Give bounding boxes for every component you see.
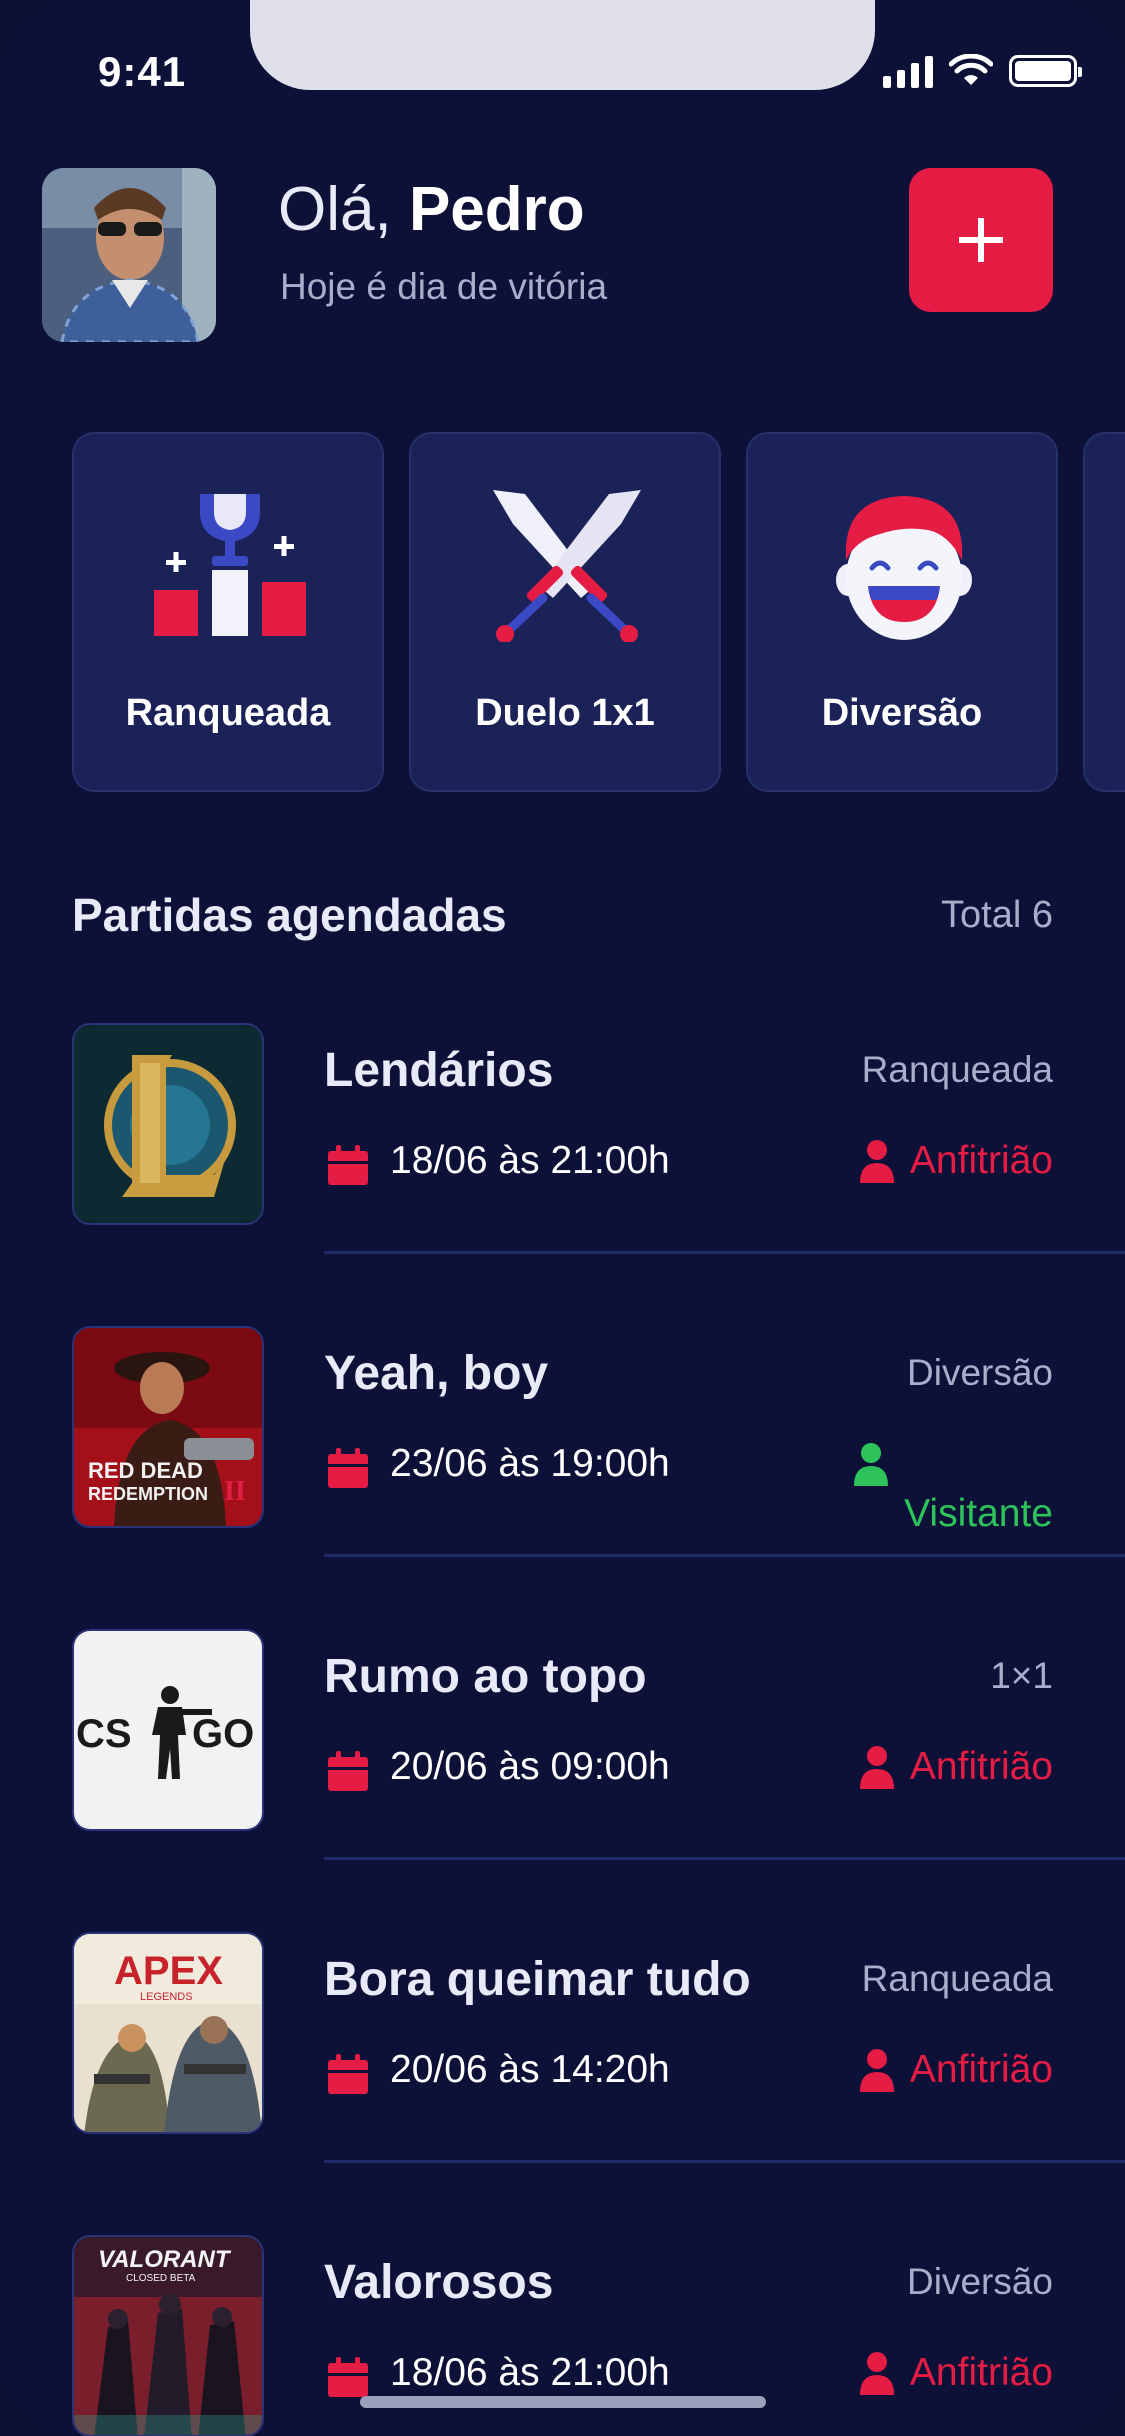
user-icon (854, 1443, 889, 1486)
section-total: Total 6 (941, 894, 1053, 936)
svg-text:RED DEAD: RED DEAD (88, 1458, 203, 1483)
match-type: 1×1 (990, 1655, 1053, 1696)
match-name: Rumo ao topo (324, 1650, 647, 1703)
wifi-icon (949, 54, 993, 85)
category-card-next[interactable] (1083, 432, 1125, 792)
crossed-swords-icon (493, 490, 641, 642)
calendar-icon (328, 1145, 368, 1185)
calendar-icon (328, 2054, 368, 2094)
match-date: 20/06 às 09:00h (390, 1745, 670, 1788)
match-item[interactable]: CS GO Rumo ao topo 1×1 20/06 às 09:00h A… (72, 1629, 1125, 1860)
user-icon (859, 1746, 894, 1789)
category-label: Ranqueada (125, 692, 331, 734)
match-date: 23/06 às 19:00h (390, 1442, 670, 1485)
user-icon (859, 2352, 894, 2395)
user-icon (859, 2049, 894, 2092)
greeting-text: Olá, Pedro (278, 175, 585, 244)
app-screen: 9:41 Olá, Pedro Hoje é dia de vitória Ra… (0, 0, 1125, 2436)
match-item[interactable]: APEX LEGENDS Bora queimar tudo Ranqueada… (72, 1932, 1125, 2163)
calendar-icon (328, 1448, 368, 1488)
cellular-signal-icon (883, 54, 933, 88)
game-thumbnail-lol (72, 1023, 264, 1225)
svg-text:APEX: APEX (114, 1949, 223, 1993)
match-type: Ranqueada (861, 1958, 1053, 1999)
plus-icon (959, 218, 1003, 262)
divider (324, 1857, 1125, 1860)
calendar-icon (328, 2357, 368, 2397)
home-indicator[interactable] (360, 2396, 766, 2408)
match-role: Anfitrião (859, 2351, 1053, 2395)
svg-text:CS: CS (76, 1712, 132, 1756)
status-time: 9:41 (98, 48, 187, 95)
game-thumbnail-csgo: CS GO (72, 1629, 264, 1831)
svg-text:GO: GO (192, 1712, 254, 1756)
user-name: Pedro (408, 175, 585, 244)
game-thumbnail-apex: APEX LEGENDS (72, 1932, 264, 2134)
match-role: Anfitrião (859, 2048, 1053, 2092)
match-type: Diversão (907, 2261, 1053, 2302)
greeting-subtitle: Hoje é dia de vitória (280, 266, 608, 307)
user-icon (859, 1140, 894, 1183)
game-thumbnail-rdr2: RED DEAD REDEMPTION II (72, 1326, 264, 1528)
category-list: Ranqueada Duelo 1x1 Diversão (72, 432, 1125, 792)
match-date: 18/06 às 21:00h (390, 2351, 670, 2394)
match-role: Visitante (854, 1443, 1053, 1536)
add-match-button[interactable] (909, 168, 1053, 312)
svg-text:REDEMPTION: REDEMPTION (88, 1484, 208, 1504)
svg-text:LEGENDS: LEGENDS (140, 1991, 193, 2003)
match-date: 18/06 às 21:00h (390, 1139, 670, 1182)
laughing-face-icon (836, 496, 972, 640)
match-item[interactable]: RED DEAD REDEMPTION II Yeah, boy Diversã… (72, 1326, 1125, 1557)
avatar[interactable] (42, 168, 216, 342)
match-role-label: Anfitrião (909, 2351, 1053, 2394)
match-item[interactable]: Lendários Ranqueada 18/06 às 21:00h Anfi… (72, 1023, 1125, 1254)
battery-icon (1009, 55, 1082, 87)
match-role-label: Anfitrião (909, 1745, 1053, 1788)
svg-text:CLOSED BETA: CLOSED BETA (126, 2273, 196, 2284)
status-icons (883, 54, 1082, 88)
category-card-diversao[interactable]: Diversão (746, 432, 1058, 792)
podium-trophy-icon (154, 494, 306, 636)
match-role-label: Visitante (904, 1492, 1053, 1535)
category-card-duelo[interactable]: Duelo 1x1 (409, 432, 721, 792)
svg-text:II: II (224, 1476, 246, 1507)
match-type: Ranqueada (861, 1049, 1053, 1090)
category-label: Diversão (821, 692, 983, 734)
svg-text:VALORANT: VALORANT (98, 2246, 232, 2273)
match-date: 20/06 às 14:20h (390, 2048, 670, 2091)
category-label: Duelo 1x1 (475, 692, 655, 734)
match-role: Anfitrião (859, 1745, 1053, 1789)
match-name: Bora queimar tudo (324, 1953, 751, 2006)
section-title: Partidas agendadas (72, 889, 507, 941)
divider (324, 2160, 1125, 2163)
match-role-label: Anfitrião (909, 1139, 1053, 1182)
match-name: Yeah, boy (324, 1347, 549, 1400)
match-role: Anfitrião (859, 1139, 1053, 1183)
match-name: Valorosos (324, 2256, 554, 2309)
match-name: Lendários (324, 1044, 554, 1097)
divider (324, 1251, 1125, 1254)
calendar-icon (328, 1751, 368, 1791)
match-role-label: Anfitrião (909, 2048, 1053, 2091)
category-card-ranqueada[interactable]: Ranqueada (72, 432, 384, 792)
game-thumbnail-valorant: VALORANT CLOSED BETA (72, 2235, 264, 2436)
match-type: Diversão (907, 1352, 1053, 1393)
device-notch (250, 0, 875, 90)
divider (324, 1554, 1125, 1557)
